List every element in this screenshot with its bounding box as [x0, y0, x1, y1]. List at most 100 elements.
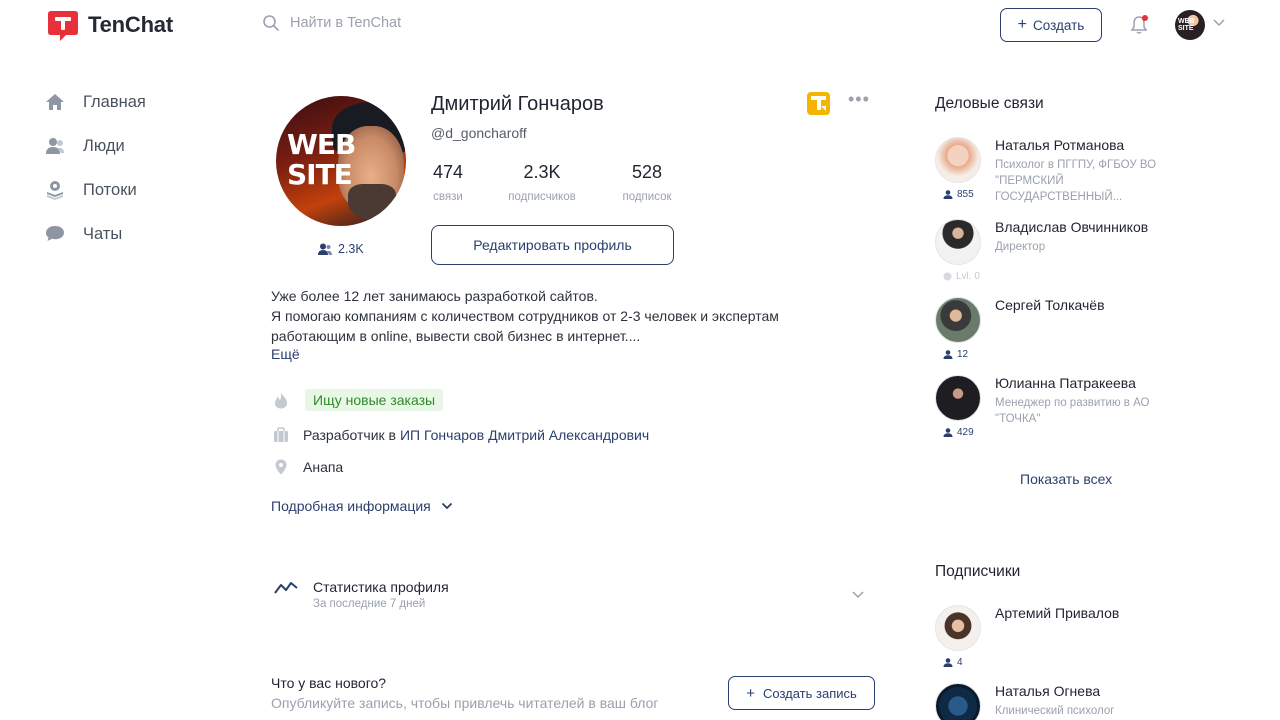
stat-label: связи	[433, 191, 463, 203]
edit-profile-button[interactable]: Редактировать профиль	[431, 225, 674, 265]
followers-mini-count: 2.3K	[338, 242, 364, 256]
streams-icon	[44, 179, 66, 201]
new-post-subtitle: Опубликуйте запись, чтобы привлечь читат…	[271, 695, 659, 711]
sidebar-item-streams[interactable]: Потоки	[44, 168, 146, 212]
job-row: Разработчик в ИП Гончаров Дмитрий Алекса…	[273, 426, 649, 444]
stat-label: подписок	[622, 191, 672, 203]
more-link[interactable]: Ещё	[271, 346, 300, 362]
details-label: Подробная информация	[271, 498, 431, 514]
status-row: Ищу новые заказы	[273, 389, 444, 411]
avatar-logo-text: WEB SITE	[1178, 18, 1195, 32]
stat-connections[interactable]: 474 связи	[431, 162, 465, 203]
person-name: Юлианна Патракеева	[995, 375, 1136, 391]
new-post-title: Что у вас нового?	[271, 675, 387, 691]
home-icon	[44, 91, 66, 113]
create-post-button[interactable]: + Создать запись	[728, 676, 875, 710]
person-count: Lvl. 0	[943, 271, 980, 282]
avatar	[935, 375, 981, 421]
sidebar-item-people[interactable]: Люди	[44, 124, 146, 168]
profile-about: Уже более 12 лет занимаюсь разработкой с…	[271, 286, 851, 346]
profile-stats-subtitle: За последние 7 дней	[313, 598, 426, 610]
about-line: Уже более 12 лет занимаюсь разработкой с…	[271, 288, 598, 304]
followers-mini-counter[interactable]: 2.3K	[318, 242, 364, 256]
people-icon	[943, 428, 953, 437]
people-icon	[318, 243, 332, 255]
search-icon	[263, 15, 279, 31]
job-prefix: Разработчик в	[303, 427, 396, 443]
notifications-bell-icon[interactable]	[1128, 14, 1150, 36]
person-count: 12	[943, 349, 968, 360]
avatar	[935, 219, 981, 265]
location-pin-icon	[273, 458, 289, 476]
stat-label: подписчиков	[508, 191, 576, 203]
avatar	[935, 137, 981, 183]
tenchat-badge-icon[interactable]	[807, 92, 830, 115]
city: Анапа	[303, 459, 344, 475]
plus-icon: +	[1017, 15, 1028, 33]
person-count: 4	[943, 657, 963, 668]
profile-avatar[interactable]: WEB SITE	[276, 96, 406, 226]
person-role: Менеджер по развитию в АО "ТОЧКА"	[995, 397, 1150, 425]
sidebar-nav: Главная Люди Потоки Чаты	[44, 80, 146, 256]
sidebar-item-chats[interactable]: Чаты	[44, 212, 146, 256]
avatar	[935, 297, 981, 343]
stat-value: 2.3K	[523, 162, 561, 182]
person-role: Психолог в ПГГПУ, ФГБОУ ВО "ПЕРМСКИЙ ГОС…	[995, 159, 1157, 203]
person-name: Сергей Толкачёв	[995, 297, 1105, 313]
person-count: 855	[943, 189, 974, 200]
flame-icon	[273, 391, 289, 409]
chevron-down-icon	[441, 502, 452, 510]
sidebar-item-home[interactable]: Главная	[44, 80, 146, 124]
chevron-down-icon[interactable]	[851, 590, 865, 600]
person-role: Клинический психолог	[995, 705, 1115, 717]
stat-value: 474	[432, 162, 464, 182]
sidebar-item-label: Потоки	[83, 180, 137, 199]
avatar	[935, 683, 981, 720]
tenchat-logo[interactable]: TenChat	[46, 9, 173, 41]
profile-handle: @d_goncharoff	[431, 125, 527, 141]
show-all-link[interactable]: Показать всех	[1020, 471, 1112, 487]
person-count: 429	[943, 427, 974, 438]
profile-name: Дмитрий Гончаров	[431, 93, 604, 115]
chat-icon	[44, 223, 66, 245]
details-toggle[interactable]: Подробная информация	[271, 498, 453, 514]
plus-icon: +	[746, 684, 755, 702]
chevron-down-icon[interactable]	[1212, 18, 1226, 28]
search-input[interactable]: Найти в TenChat	[290, 15, 401, 31]
job-company-link[interactable]: ИП Гончаров Дмитрий Александрович	[400, 427, 649, 443]
level-icon	[943, 272, 952, 281]
person-name: Наталья Ротманова	[995, 137, 1125, 153]
people-icon	[943, 658, 953, 667]
people-icon	[44, 135, 66, 157]
brand-name: TenChat	[88, 12, 173, 37]
person-name: Артемий Привалов	[995, 605, 1120, 621]
person-role: Директор	[995, 241, 1046, 253]
people-icon	[943, 190, 953, 199]
stat-value: 528	[631, 162, 663, 182]
subscribers-title: Подписчики	[935, 563, 1021, 580]
about-line: работающим в online, вывести свой бизнес…	[271, 328, 641, 344]
city-row: Анапа	[273, 458, 343, 476]
stat-subscriptions[interactable]: 528 подписок	[616, 162, 678, 203]
stat-subscribers[interactable]: 2.3K подписчиков	[502, 162, 582, 203]
tenchat-logo-icon	[46, 9, 80, 41]
top-header: TenChat Найти в TenChat + Создать WEB SIT…	[0, 0, 1280, 54]
trend-line-icon	[274, 582, 298, 594]
sidebar-item-label: Главная	[83, 92, 146, 111]
person-name: Наталья Огнева	[995, 683, 1101, 699]
sidebar-item-label: Люди	[83, 136, 125, 155]
person-name: Владислав Овчинников	[995, 219, 1149, 235]
profile-stats-title[interactable]: Статистика профиля	[313, 579, 449, 595]
create-post-label: Создать запись	[762, 685, 857, 701]
create-button-label: Создать	[1033, 17, 1085, 33]
search-bar[interactable]: Найти в TenChat	[262, 14, 401, 32]
avatar	[935, 605, 981, 651]
user-avatar[interactable]: WEB SITE	[1175, 10, 1205, 40]
more-options-icon[interactable]: •••	[848, 90, 870, 108]
sidebar-item-label: Чаты	[83, 224, 123, 243]
avatar-logo-text: WEB SITE	[287, 128, 356, 191]
connections-title: Деловые связи	[935, 95, 1044, 112]
briefcase-icon	[273, 426, 289, 444]
status-tag: Ищу новые заказы	[305, 389, 444, 411]
create-button[interactable]: + Создать	[1000, 8, 1102, 42]
